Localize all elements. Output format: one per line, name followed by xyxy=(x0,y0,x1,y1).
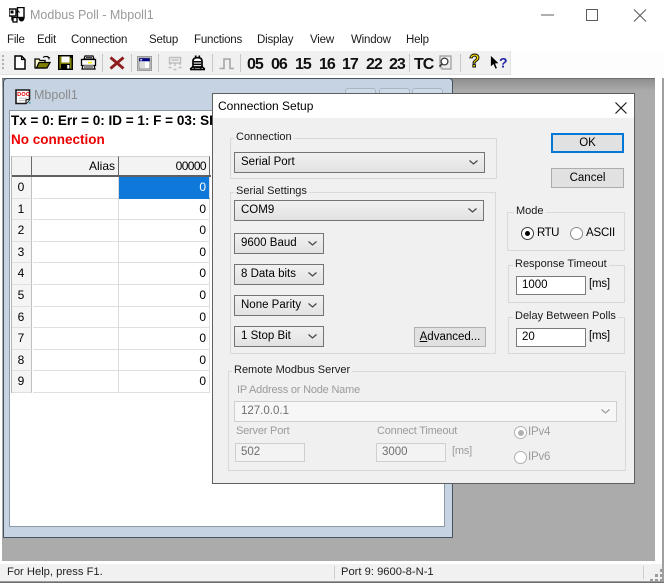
svg-text:DOC: DOC xyxy=(17,92,30,98)
svg-text:?: ? xyxy=(499,55,508,71)
